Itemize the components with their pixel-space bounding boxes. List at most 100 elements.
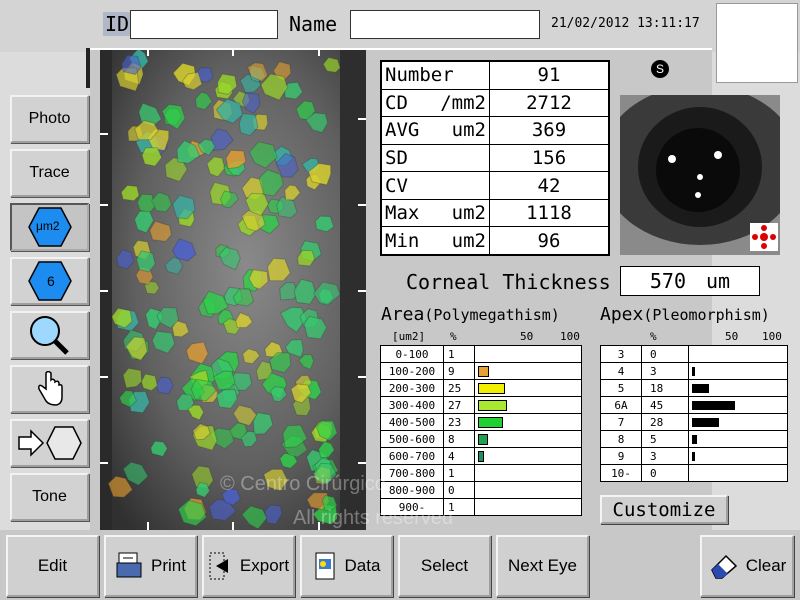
apex-pct: 5 xyxy=(641,430,689,448)
area-pct: 23 xyxy=(443,413,475,431)
next-eye-label: Next Eye xyxy=(508,556,577,575)
apex-pct: 3 xyxy=(641,362,689,380)
apex-row: 85 xyxy=(600,430,788,448)
stats-label-cell: SD xyxy=(381,143,490,173)
corneal-thickness-label: Corneal Thickness xyxy=(406,270,611,294)
print-button[interactable]: Print xyxy=(104,535,197,597)
stats-row: Max um2 1118 xyxy=(381,198,609,228)
hand-pointer-icon xyxy=(37,371,63,406)
stats-row: AVG um2 369 xyxy=(381,116,609,145)
apex-pct: 18 xyxy=(641,379,689,397)
area-scale-100: 100 xyxy=(560,330,580,343)
edit-button[interactable]: Edit xyxy=(6,535,99,597)
apex-pct: 28 xyxy=(641,413,689,431)
endothelium-image[interactable] xyxy=(100,50,366,530)
stats-name: Min xyxy=(385,229,420,252)
magnifier-icon xyxy=(29,316,69,355)
s-tab-icon[interactable]: S xyxy=(651,60,669,78)
apex-pct: 3 xyxy=(641,447,689,465)
image-tick xyxy=(100,290,108,292)
area-pct: 8 xyxy=(443,430,475,448)
image-tick xyxy=(100,133,108,135)
zoom-button[interactable] xyxy=(10,311,89,359)
datetime: 21/02/2012 13:11:17 xyxy=(551,16,700,31)
image-tick xyxy=(100,376,108,378)
apex-bar xyxy=(692,417,719,427)
stats-table: Number 91 CD/mm2 2712 AVG um2 369 SD 156 CV 42 Max u… xyxy=(380,60,610,256)
area-range: 100-200 xyxy=(380,362,444,380)
image-tick xyxy=(232,48,234,56)
apex-scale-50: 50 xyxy=(725,330,739,343)
corneal-thickness-field[interactable]: 570 um xyxy=(620,266,760,296)
apex-bar-cell xyxy=(688,464,788,482)
arrow-hexagon-button[interactable] xyxy=(10,419,89,467)
apex-count: 8 xyxy=(600,430,642,448)
apex-row: 93 xyxy=(600,447,788,465)
stats-value: 42 xyxy=(489,171,609,200)
tone-button[interactable]: Tone xyxy=(10,473,89,521)
apex-title: Apex(Pleomorphism) xyxy=(600,304,770,325)
eraser-icon xyxy=(710,554,737,579)
stats-name: Max xyxy=(385,202,420,225)
apex-pct-header: % xyxy=(650,330,657,343)
area-unit-button[interactable]: μm2 xyxy=(10,203,89,251)
data-button[interactable]: Data xyxy=(300,535,393,597)
trace-button[interactable]: Trace xyxy=(10,149,89,197)
area-bar-cell xyxy=(474,430,582,448)
area-bar-cell xyxy=(474,396,582,414)
area-row: 300-400 27 xyxy=(380,396,582,414)
stats-name: Number xyxy=(385,64,454,87)
stats-row: Min um2 96 xyxy=(381,226,609,255)
select-button[interactable]: Select xyxy=(398,535,491,597)
area-bar-cell xyxy=(474,481,582,499)
area-row: 400-500 23 xyxy=(380,413,582,431)
apex-count-button[interactable]: 6 xyxy=(10,257,89,305)
area-bar xyxy=(478,365,489,377)
watermark-line2: All rights reserved xyxy=(293,507,454,529)
corneal-thickness-value: 570 xyxy=(649,269,687,293)
apex-bar-cell xyxy=(688,345,788,363)
area-pct-header: % xyxy=(450,330,457,343)
area-range: 300-400 xyxy=(380,396,444,414)
id-field[interactable] xyxy=(130,10,278,39)
stats-label-cell: Max um2 xyxy=(381,198,490,228)
s-tab-label: S xyxy=(655,62,664,76)
apex-row: 6A 45 xyxy=(600,396,788,414)
stats-label-cell: CD/mm2 xyxy=(381,88,490,118)
area-bar-cell xyxy=(474,498,582,516)
image-tick xyxy=(100,462,108,464)
area-bar-cell xyxy=(474,379,582,397)
watermark-line1: © Centro Cirúrgico xyxy=(220,473,386,495)
hand-button[interactable] xyxy=(10,365,89,413)
apex-row: 43 xyxy=(600,362,788,380)
stats-row: Number 91 xyxy=(381,61,609,90)
apex-count: 9 xyxy=(600,447,642,465)
apex-bar-cell xyxy=(688,362,788,380)
customize-button[interactable]: Customize xyxy=(600,495,728,524)
trace-label: Trace xyxy=(29,164,70,181)
apex-subtitle: (Pleomorphism) xyxy=(643,306,770,324)
image-tick xyxy=(358,204,366,206)
export-button[interactable]: Export xyxy=(202,535,295,597)
image-tick xyxy=(358,290,366,292)
area-pct: 4 xyxy=(443,447,475,465)
area-range: 400-500 xyxy=(380,413,444,431)
clear-label: Clear xyxy=(745,556,787,575)
name-field[interactable] xyxy=(350,10,540,39)
apex-histogram: 3 0 4 3 5 18 6A 45 7 28 8 5 9 3 10- 0 xyxy=(600,345,788,482)
cell-polygon xyxy=(140,373,158,392)
apex-count: 6A xyxy=(600,396,642,414)
next-eye-button[interactable]: Next Eye xyxy=(496,535,589,597)
apex-bar-cell xyxy=(688,430,788,448)
apex-row: 30 xyxy=(600,345,788,363)
area-title-text: Area xyxy=(381,304,425,325)
clear-button[interactable]: Clear xyxy=(700,535,794,597)
apex-bar xyxy=(692,434,697,444)
customize-label: Customize xyxy=(612,498,716,521)
photo-button[interactable]: Photo xyxy=(10,95,89,143)
area-row: 100-200 9 xyxy=(380,362,582,380)
stats-unit: um2 xyxy=(451,202,486,225)
area-bar-cell xyxy=(474,413,582,431)
apex-scale-100: 100 xyxy=(762,330,782,343)
image-tick xyxy=(358,118,366,120)
